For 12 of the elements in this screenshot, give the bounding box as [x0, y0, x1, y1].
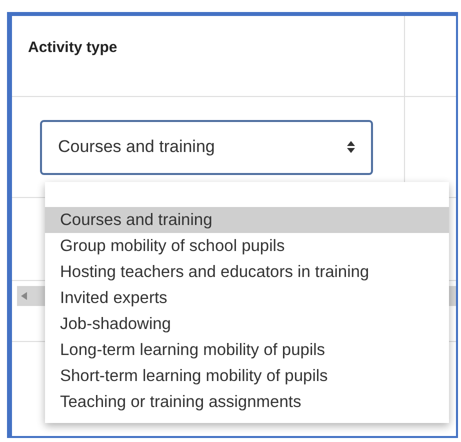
column-header: Activity type — [28, 39, 118, 56]
dropdown-option[interactable]: Invited experts — [45, 285, 449, 311]
dropdown-option[interactable]: Group mobility of school pupils — [45, 233, 449, 259]
dropdown-option[interactable]: Long-term learning mobility of pupils — [45, 337, 449, 363]
dropdown-option[interactable]: Short-term learning mobility of pupils — [45, 363, 449, 389]
dropdown-option[interactable]: Job-shadowing — [45, 311, 449, 337]
dropdown-option[interactable]: Courses and training — [45, 207, 449, 233]
sort-arrows-icon — [347, 141, 355, 153]
activity-type-select[interactable]: Courses and training — [40, 120, 373, 174]
dropdown-option[interactable]: Hosting teachers and educators in training — [45, 259, 449, 285]
dropdown-option[interactable]: Teaching or training assignments — [45, 389, 449, 415]
scroll-left-icon[interactable] — [21, 292, 27, 300]
